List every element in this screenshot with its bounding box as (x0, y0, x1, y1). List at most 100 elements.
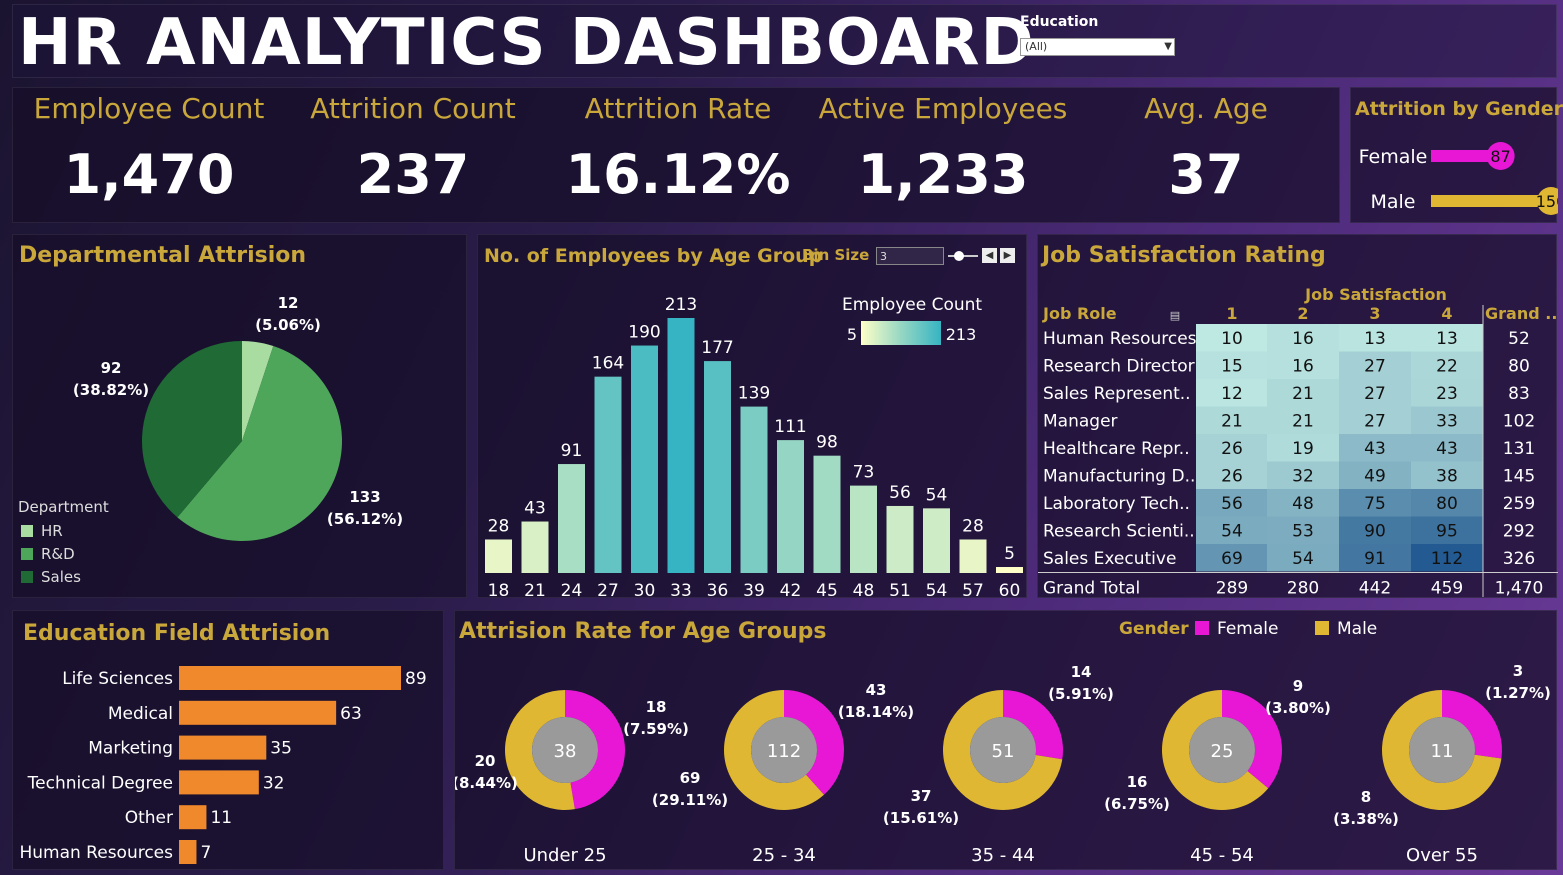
kpi-value: 16.12% (565, 143, 791, 206)
donut-total: 11 (1431, 741, 1454, 762)
kpi-active-employees: Active Employees 1,233 (815, 88, 1071, 206)
pie-percent-label: (5.06%) (255, 316, 321, 334)
heatmap-cell-value: 43 (1364, 439, 1386, 459)
kpi-label: Active Employees (818, 92, 1068, 125)
row-total-value: 102 (1503, 412, 1535, 432)
kpi-employee-count: Employee Count 1,470 (13, 88, 285, 206)
heatmap-cell-value: 13 (1436, 329, 1458, 349)
age-bar (740, 406, 768, 573)
donut-total: 51 (992, 741, 1015, 762)
age-bar-value: 28 (962, 516, 984, 536)
heatmap-cell-value: 48 (1292, 494, 1314, 514)
donut-male-value: 8 (1361, 788, 1371, 806)
job-role-label: Healthcare Repr.. (1043, 439, 1190, 459)
edu-bar-chart: Life Sciences 89 Medical 63 Marketing 35 Techn… (19, 666, 427, 864)
age-bar (777, 440, 804, 573)
heatmap-cell-value: 112 (1431, 549, 1463, 569)
age-bar (631, 345, 658, 573)
heatmap-cell-value: 33 (1436, 412, 1458, 432)
edu-bar (179, 666, 401, 690)
donut-female-value: 3 (1513, 662, 1523, 680)
donut-female-pct: (7.59%) (623, 720, 689, 738)
job-role-label: Manufacturing D.. (1043, 467, 1195, 487)
donut-total: 38 (554, 741, 577, 762)
age-bar-value: 190 (628, 323, 660, 343)
heatmap-cell-value: 38 (1436, 467, 1458, 487)
grand-total-sum: 1,470 (1495, 579, 1544, 599)
age-bar-value: 28 (488, 516, 510, 536)
heatmap-cell-value: 12 (1221, 384, 1243, 404)
heatmap-cell-value: 10 (1221, 329, 1243, 349)
dept-pie-chart: 12 (5.06%) 133 (56.12%) 92 (38.82%) (73, 294, 403, 541)
education-filter-label: Education (1020, 14, 1099, 30)
age-tick-label: 18 (488, 581, 510, 599)
age-bar-value: 164 (592, 354, 624, 374)
age-tick-label: 51 (889, 581, 911, 599)
donut-female-value: 43 (866, 681, 887, 699)
age-bar (521, 521, 549, 573)
sort-icon: ▤ (1170, 309, 1180, 322)
row-header: Job Role (1042, 304, 1117, 323)
heatmap-cell-value: 53 (1292, 522, 1314, 542)
edu-bar-value: 89 (405, 669, 427, 689)
color-legend-ramp (861, 321, 941, 345)
kpi-value: 237 (356, 143, 470, 206)
heatmap-cell-value: 27 (1364, 412, 1386, 432)
heatmap-cell-value: 75 (1364, 494, 1386, 514)
kpi-avg-age: Avg. Age 37 (1111, 88, 1301, 206)
grand-total-value: 442 (1359, 579, 1391, 599)
kpi-label: Attrition Rate (584, 92, 772, 125)
edu-bar-value: 63 (340, 704, 362, 724)
dept-legend-title: Department (18, 498, 109, 516)
age-tick-label: 33 (670, 581, 692, 599)
age-bar (996, 567, 1023, 573)
age-bar-value: 213 (665, 295, 697, 315)
donut-male-value: 16 (1127, 773, 1148, 791)
heatmap-cell-value: 15 (1221, 357, 1243, 377)
age-bar (558, 464, 585, 573)
donut-female-value: 18 (646, 698, 667, 716)
education-filter-select[interactable]: (All) ▼ (1020, 38, 1175, 56)
edu-bar-value: 35 (270, 739, 292, 759)
age-tick-label: 45 (816, 581, 838, 599)
donut-male-pct: (29.11%) (652, 791, 728, 809)
grand-total-value: 280 (1287, 579, 1319, 599)
edu-bar (179, 735, 267, 760)
chevron-down-icon[interactable]: ▼ (1164, 39, 1172, 55)
age-tick-label: 24 (561, 581, 583, 599)
gender-chart: Female 87 Male 150 (1359, 142, 1558, 215)
age-bar-chart: 5 213 28 18 43 21 91 24 164 27 190 30 213 33 177 36 139 3… (485, 295, 1023, 599)
heatmap-cell-value: 21 (1292, 412, 1314, 432)
grand-total-label: Grand Total (1043, 579, 1140, 599)
pie-percent-label: (38.82%) (73, 381, 149, 399)
job-role-label: Laboratory Tech.. (1043, 494, 1190, 514)
gender-bar-label: Female (1359, 146, 1428, 168)
heatmap-cell-value: 80 (1436, 494, 1458, 514)
age-bar-value: 177 (701, 338, 733, 358)
edu-panel: Education Field Attrision Life Sciences 8… (12, 610, 444, 870)
age-bar-value: 43 (524, 499, 546, 519)
kpi-attrition-rate: Attrition Rate 16.12% (541, 88, 815, 206)
age-bar-value: 111 (774, 417, 806, 437)
donut-female-value: 9 (1293, 677, 1303, 695)
age-bar (959, 539, 987, 573)
pie-value-label: 12 (278, 294, 299, 312)
heatmap-cell-value: 95 (1436, 522, 1458, 542)
age-bar-value: 73 (853, 463, 875, 483)
edu-bar-value: 32 (263, 773, 285, 793)
column-header: 1 (1226, 304, 1237, 323)
heatmap-cell-value: 69 (1221, 549, 1243, 569)
dashboard-title: HR ANALYTICS DASHBOARD (18, 6, 1035, 80)
heatmap-cell-value: 16 (1292, 329, 1314, 349)
pie-value-label: 133 (349, 488, 380, 506)
job-role-label: Sales Represent.. (1043, 384, 1191, 404)
heatmap-cell-value: 22 (1436, 357, 1458, 377)
heatmap-cell-value: 27 (1364, 384, 1386, 404)
edu-bar (179, 840, 197, 864)
heatmap-cell-value: 13 (1364, 329, 1386, 349)
age-tick-label: 57 (962, 581, 984, 599)
education-filter-value: (All) (1025, 40, 1048, 53)
heatmap-cell-value: 23 (1436, 384, 1458, 404)
age-donut-charts: 3818(7.59%)20(8.44%)Under 2511243(18.14%… (455, 662, 1551, 866)
gender-bar-label: Male (1370, 191, 1415, 213)
